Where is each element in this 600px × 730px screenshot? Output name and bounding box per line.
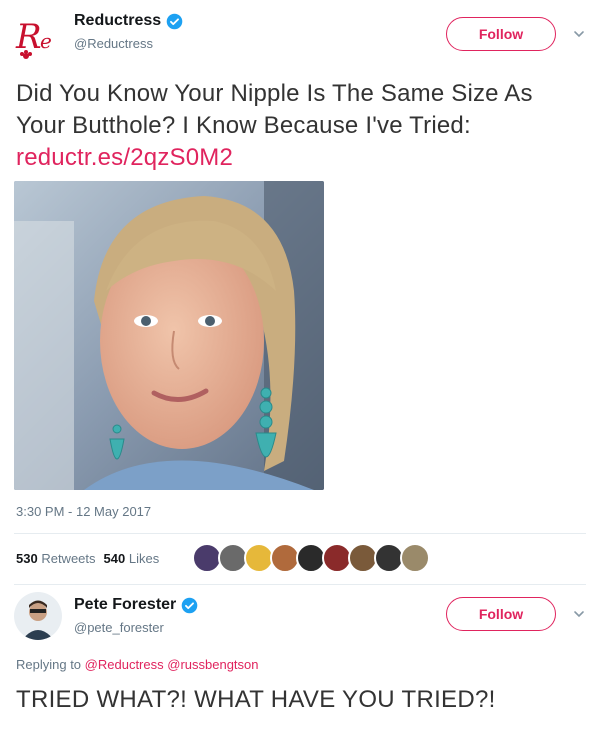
verified-badge-icon [166,13,183,29]
tweet-photo[interactable] [14,181,324,490]
retweet-label: Retweets [41,551,96,566]
liker-avatar[interactable] [400,543,430,573]
chevron-down-icon[interactable] [572,27,586,41]
engagement-stats: 530 Retweets 540 Likes [16,551,159,566]
like-count: 540 [103,551,126,566]
avatar[interactable]: R e [14,14,62,62]
reply-avatar-image [14,592,62,640]
reply-display-name[interactable]: Pete Forester [74,596,176,614]
retweet-count: 530 [16,551,38,566]
divider [14,584,586,585]
like-label: Likes [128,551,160,566]
chevron-down-icon[interactable] [572,607,586,621]
divider [14,533,586,534]
author-name[interactable]: Reductress [74,12,183,30]
tweet-link[interactable]: reductr.es/2qzS0M2 [16,142,586,174]
reply-text: TRIED WHAT?! WHAT HAVE YOU TRIED?! [16,686,496,713]
author-block: Reductress @Reductress [74,12,183,51]
svg-text:e: e [40,29,52,53]
portrait-image [14,181,324,490]
author-display-name[interactable]: Reductress [74,12,161,30]
reductress-logo-icon: R e [15,17,52,59]
like-stat[interactable]: 540 Likes [104,551,160,566]
replying-to-line: Replying to @Reductress @russbengtson [16,657,259,672]
liker-avatars [192,543,430,573]
retweet-stat[interactable]: 530 Retweets [16,551,96,566]
reply-author-name[interactable]: Pete Forester [74,596,198,614]
author-handle[interactable]: @Reductress [74,36,183,51]
reply-author-block: Pete Forester @pete_forester [74,596,198,635]
reply-follow-button[interactable]: Follow [446,597,556,631]
tweet-text-block: Did You Know Your Nipple Is The Same Siz… [16,78,586,174]
tweet-timestamp[interactable]: 3:30 PM - 12 May 2017 [16,504,151,519]
reply-handle[interactable]: @pete_forester [74,620,198,635]
follow-button[interactable]: Follow [446,17,556,51]
verified-badge-icon [181,597,198,613]
mention-link[interactable]: @russbengtson [167,657,258,672]
replying-to-label: Replying to [16,657,82,672]
reply-avatar[interactable] [14,592,62,640]
svg-text:R: R [15,17,42,57]
mention-link[interactable]: @Reductress [85,657,164,672]
tweet-text: Did You Know Your Nipple Is The Same Siz… [16,80,533,139]
